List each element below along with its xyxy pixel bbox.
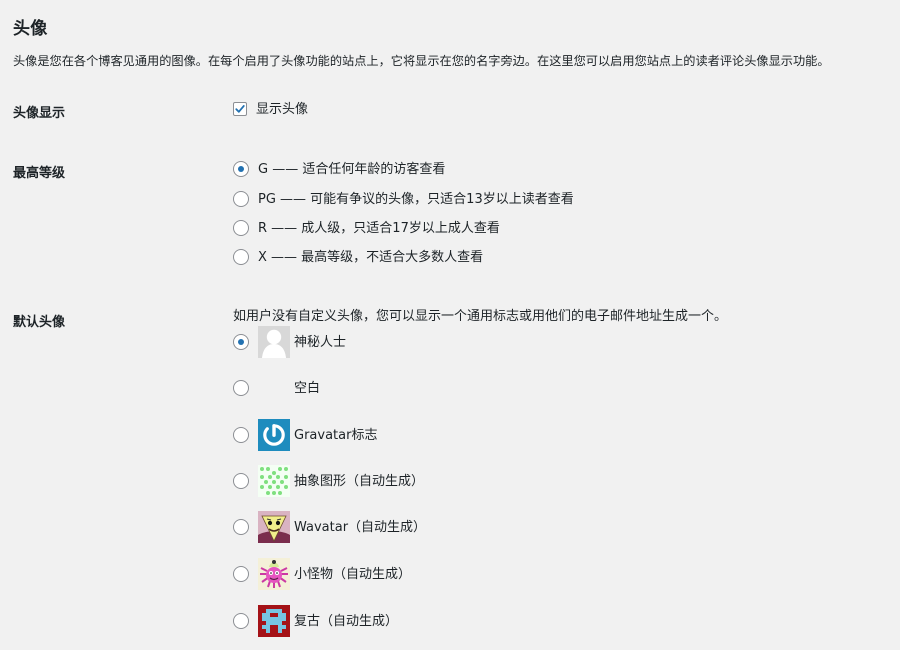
rating-r-label: R —— 成人级，只适合17岁以上成人查看 [258,220,500,236]
mystery-person-label: 神秘人士 [294,334,347,350]
rating-option-r[interactable]: R —— 成人级，只适合17岁以上成人查看 [233,217,500,239]
mystery-person-icon [258,326,290,358]
rating-pg-radio[interactable] [233,191,249,207]
page-title: 头像 [13,19,48,39]
gravatar-logo-label: Gravatar标志 [294,427,378,443]
wavatar-radio[interactable] [233,519,249,535]
rating-r-radio[interactable] [233,220,249,236]
wavatar-icon [258,511,290,543]
rating-g-label: G —— 适合任何年龄的访客查看 [258,161,446,177]
rating-x-radio[interactable] [233,249,249,265]
show-avatars-checkbox[interactable] [233,102,247,116]
identicon-label: 抽象图形（自动生成） [294,473,425,489]
section-description: 头像是您在各个博客见通用的图像。在每个启用了头像功能的站点上，它将显示在您的名字… [13,54,830,68]
rating-option-pg[interactable]: PG —— 可能有争议的头像，只适合13岁以上读者查看 [233,188,574,210]
rating-option-x[interactable]: X —— 最高等级，不适合大多数人查看 [233,246,483,268]
default-avatar-option-monsterid[interactable]: 小怪物（自动生成） [233,558,411,590]
show-avatars-label: 显示头像 [256,101,309,117]
default-avatar-option-wavatar[interactable]: Wavatar（自动生成） [233,511,426,543]
default-avatar-option-gravatar[interactable]: Gravatar标志 [233,419,377,451]
rating-g-radio[interactable] [233,161,249,177]
default-avatar-option-mystery[interactable]: 神秘人士 [233,326,346,358]
monsterid-label: 小怪物（自动生成） [294,566,412,582]
mystery-person-radio[interactable] [233,334,249,350]
retro-avatar-label: 复古（自动生成） [294,613,399,629]
monsterid-icon [258,558,290,590]
avatar-display-label: 头像显示 [13,106,66,121]
monsterid-radio[interactable] [233,566,249,582]
identicon-icon [258,465,290,497]
rating-pg-label: PG —— 可能有争议的头像，只适合13岁以上读者查看 [258,191,574,207]
max-rating-label: 最高等级 [13,166,66,181]
show-avatars-option[interactable]: 显示头像 [233,98,308,120]
blank-avatar-label: 空白 [294,380,321,396]
identicon-radio[interactable] [233,473,249,489]
default-avatar-option-blank[interactable]: 空白 [233,372,320,404]
wavatar-label: Wavatar（自动生成） [294,519,427,535]
default-avatar-label: 默认头像 [13,315,66,330]
default-avatar-option-retro[interactable]: 复古（自动生成） [233,605,398,637]
retro-avatar-icon [258,605,290,637]
avatar-settings-page: 头像 头像是您在各个博客见通用的图像。在每个启用了头像功能的站点上，它将显示在您… [0,0,900,650]
gravatar-logo-icon [258,419,290,451]
blank-avatar-icon [258,372,290,404]
default-avatar-option-identicon[interactable]: 抽象图形（自动生成） [233,465,424,497]
default-avatar-description: 如用户没有自定义头像，您可以显示一个通用标志或用他们的电子邮件地址生成一个。 [233,309,728,324]
retro-avatar-radio[interactable] [233,613,249,629]
rating-option-g[interactable]: G —— 适合任何年龄的访客查看 [233,158,445,180]
rating-x-label: X —— 最高等级，不适合大多数人查看 [258,249,484,265]
blank-avatar-radio[interactable] [233,380,249,396]
gravatar-radio[interactable] [233,427,249,443]
